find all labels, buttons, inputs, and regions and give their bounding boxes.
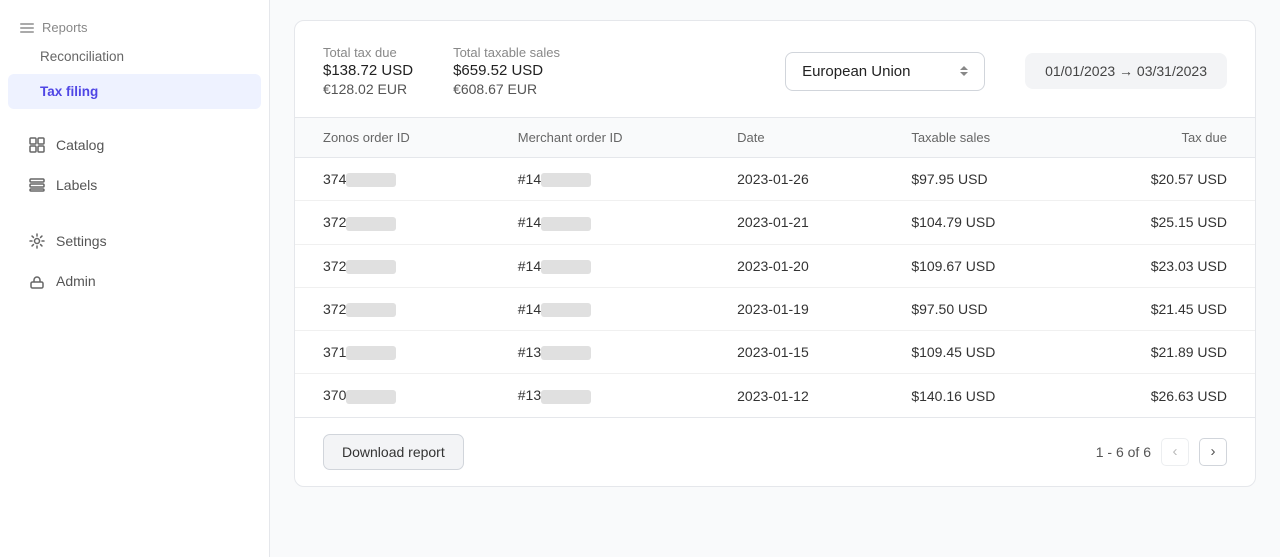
tax-filing-label: Tax filing bbox=[40, 84, 98, 99]
cell-date: 2023-01-12 bbox=[709, 374, 883, 417]
cell-zonos-id: 374•••••• bbox=[295, 158, 490, 201]
prev-page-button[interactable]: ‹ bbox=[1161, 438, 1189, 466]
cell-taxable-sales: $97.95 USD bbox=[883, 158, 1074, 201]
sidebar-section-label-text: Reports bbox=[42, 20, 88, 35]
col-merchant-order-id: Merchant order ID bbox=[490, 118, 709, 158]
table-row: 372••••• #14••••• 2023-01-19 $97.50 USD … bbox=[295, 287, 1255, 330]
sidebar-item-tax-filing[interactable]: Tax filing bbox=[8, 74, 261, 109]
col-taxable-sales: Taxable sales bbox=[883, 118, 1074, 158]
admin-icon bbox=[28, 272, 46, 290]
total-taxable-sales-label: Total taxable sales bbox=[453, 45, 560, 60]
cell-date: 2023-01-19 bbox=[709, 287, 883, 330]
settings-label: Settings bbox=[56, 233, 107, 249]
date-range: 01/01/2023 → 03/31/2023 bbox=[1025, 53, 1227, 89]
reconciliation-label: Reconciliation bbox=[40, 49, 124, 64]
card-header: Total tax due $138.72 USD €128.02 EUR To… bbox=[295, 21, 1255, 118]
catalog-icon bbox=[28, 136, 46, 154]
sidebar-item-reconciliation[interactable]: Reconciliation bbox=[8, 39, 261, 74]
cell-date: 2023-01-15 bbox=[709, 331, 883, 374]
region-selector[interactable]: European Union bbox=[785, 52, 985, 91]
labels-label: Labels bbox=[56, 177, 97, 193]
cell-merchant-id: #14•••••• bbox=[490, 201, 709, 244]
admin-label: Admin bbox=[56, 273, 96, 289]
region-text: European Union bbox=[802, 63, 910, 80]
table-row: 371••••• #13•••••• 2023-01-15 $109.45 US… bbox=[295, 331, 1255, 374]
sidebar-item-admin[interactable]: Admin bbox=[8, 262, 261, 300]
cell-date: 2023-01-21 bbox=[709, 201, 883, 244]
total-taxable-sales-usd: $659.52 USD bbox=[453, 62, 560, 79]
cell-tax-due: $25.15 USD bbox=[1074, 201, 1255, 244]
cell-merchant-id: #14••••• bbox=[490, 158, 709, 201]
sidebar-section: Reports bbox=[0, 12, 269, 39]
orders-table: Zonos order ID Merchant order ID Date Ta… bbox=[295, 118, 1255, 417]
sidebar-item-catalog[interactable]: Catalog bbox=[8, 126, 261, 164]
cell-tax-due: $20.57 USD bbox=[1074, 158, 1255, 201]
cell-date: 2023-01-26 bbox=[709, 158, 883, 201]
card-footer: Download report 1 - 6 of 6 ‹ › bbox=[295, 417, 1255, 486]
cell-tax-due: $21.45 USD bbox=[1074, 287, 1255, 330]
catalog-label: Catalog bbox=[56, 137, 104, 153]
col-tax-due: Tax due bbox=[1074, 118, 1255, 158]
total-tax-due-label: Total tax due bbox=[323, 45, 413, 60]
cell-tax-due: $21.89 USD bbox=[1074, 331, 1255, 374]
main-content: Total tax due $138.72 USD €128.02 EUR To… bbox=[270, 0, 1280, 557]
cell-taxable-sales: $104.79 USD bbox=[883, 201, 1074, 244]
table-row: 370•••• #13••••• 2023-01-12 $140.16 USD … bbox=[295, 374, 1255, 417]
pagination-text: 1 - 6 of 6 bbox=[1096, 444, 1151, 460]
orders-table-wrap: Zonos order ID Merchant order ID Date Ta… bbox=[295, 118, 1255, 417]
cell-merchant-id: #13•••••• bbox=[490, 331, 709, 374]
total-taxable-sales-block: Total taxable sales $659.52 USD €608.67 … bbox=[453, 45, 560, 97]
download-report-button[interactable]: Download report bbox=[323, 434, 464, 470]
cell-zonos-id: 372••••• bbox=[295, 201, 490, 244]
cell-zonos-id: 372••••• bbox=[295, 287, 490, 330]
tax-filing-card: Total tax due $138.72 USD €128.02 EUR To… bbox=[294, 20, 1256, 487]
table-row: 372••••• #14•••••• 2023-01-21 $104.79 US… bbox=[295, 201, 1255, 244]
cell-zonos-id: 371••••• bbox=[295, 331, 490, 374]
cell-merchant-id: #14••••• bbox=[490, 244, 709, 287]
cell-taxable-sales: $109.67 USD bbox=[883, 244, 1074, 287]
chevron-updown-icon bbox=[960, 66, 968, 76]
reports-icon bbox=[20, 23, 34, 33]
total-tax-due-eur: €128.02 EUR bbox=[323, 81, 413, 97]
col-zonos-order-id: Zonos order ID bbox=[295, 118, 490, 158]
total-taxable-sales-eur: €608.67 EUR bbox=[453, 81, 560, 97]
cell-tax-due: $26.63 USD bbox=[1074, 374, 1255, 417]
cell-tax-due: $23.03 USD bbox=[1074, 244, 1255, 287]
table-row: 372••••• #14••••• 2023-01-20 $109.67 USD… bbox=[295, 244, 1255, 287]
cell-taxable-sales: $109.45 USD bbox=[883, 331, 1074, 374]
cell-merchant-id: #13••••• bbox=[490, 374, 709, 417]
total-tax-due-usd: $138.72 USD bbox=[323, 62, 413, 79]
table-row: 374•••••• #14••••• 2023-01-26 $97.95 USD… bbox=[295, 158, 1255, 201]
next-page-button[interactable]: › bbox=[1199, 438, 1227, 466]
settings-icon bbox=[28, 232, 46, 250]
cell-taxable-sales: $97.50 USD bbox=[883, 287, 1074, 330]
sidebar-item-settings[interactable]: Settings bbox=[8, 222, 261, 260]
pagination: 1 - 6 of 6 ‹ › bbox=[1096, 438, 1227, 466]
table-header-row: Zonos order ID Merchant order ID Date Ta… bbox=[295, 118, 1255, 158]
cell-taxable-sales: $140.16 USD bbox=[883, 374, 1074, 417]
total-tax-due-block: Total tax due $138.72 USD €128.02 EUR bbox=[323, 45, 413, 97]
cell-date: 2023-01-20 bbox=[709, 244, 883, 287]
sidebar-item-labels[interactable]: Labels bbox=[8, 166, 261, 204]
cell-zonos-id: 372••••• bbox=[295, 244, 490, 287]
labels-icon bbox=[28, 176, 46, 194]
sidebar: Reports Reconciliation Tax filing Catalo… bbox=[0, 0, 270, 557]
col-date: Date bbox=[709, 118, 883, 158]
cell-merchant-id: #14••••• bbox=[490, 287, 709, 330]
cell-zonos-id: 370•••• bbox=[295, 374, 490, 417]
